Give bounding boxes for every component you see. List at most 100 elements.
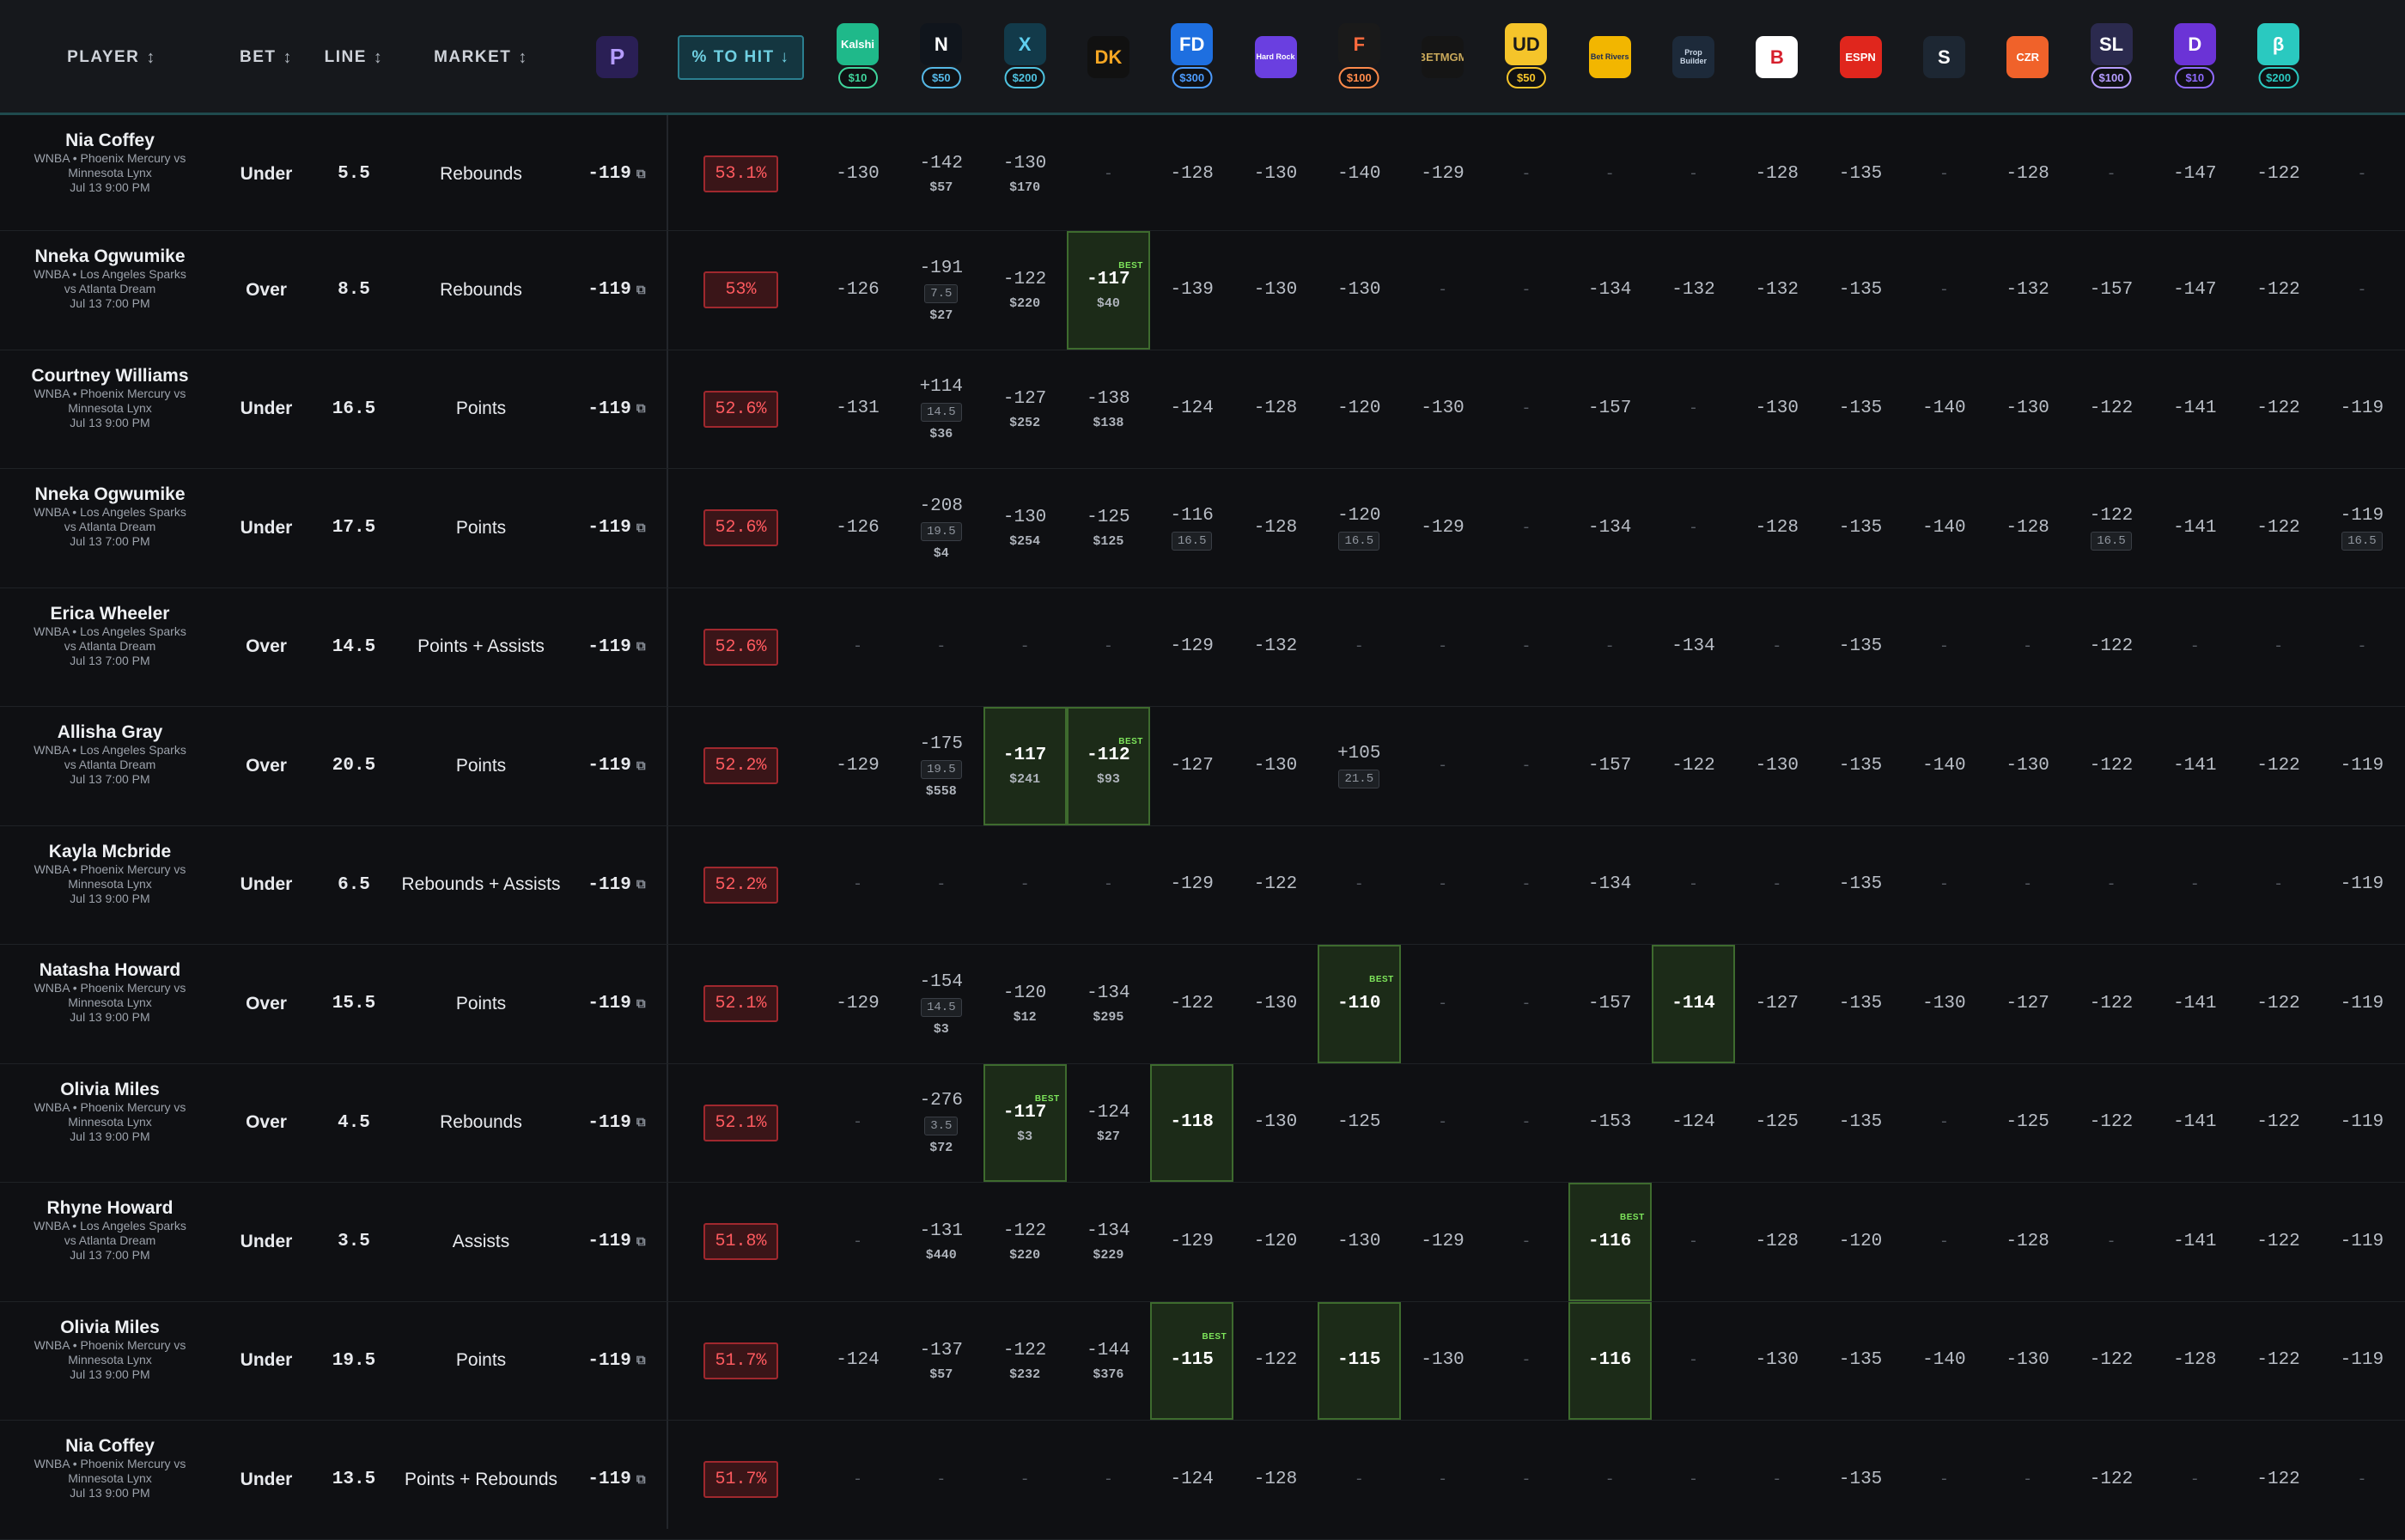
external-link-icon[interactable]: ⧉ (636, 758, 646, 774)
sportsbook-odds-cell[interactable]: -276 3.5 $72 (899, 1064, 983, 1183)
player-name[interactable]: Kayla Mcbride (0, 841, 220, 862)
sportsbook-odds-cell[interactable]: -125 (1318, 1064, 1401, 1183)
sportsbook-column-header[interactable]: FD $300 (1150, 0, 1233, 115)
player-name[interactable]: Nia Coffey (0, 1435, 220, 1457)
sportsbook-odds-cell[interactable]: -130 (1735, 707, 1818, 825)
sportsbook-odds-cell[interactable]: -129 (1401, 118, 1484, 230)
sportsbook-odds-cell[interactable]: -157 (1568, 945, 1652, 1063)
sportsbook-odds-cell[interactable]: -137 $57 (899, 1302, 983, 1421)
own-book-odds[interactable]: -119 ⧉ (567, 707, 667, 825)
sportsbook-column-header[interactable]: SL $100 (2070, 0, 2153, 115)
sportsbook-odds-cell[interactable]: -134 $295 (1067, 945, 1150, 1063)
sportsbook-odds-cell[interactable]: -120 16.5 (1318, 469, 1401, 587)
sportsbook-odds-cell[interactable]: -128 (1735, 118, 1818, 230)
external-link-icon[interactable]: ⧉ (636, 1234, 646, 1250)
sportsbook-odds-cell[interactable]: -122 (2237, 231, 2320, 350)
sportsbook-column-header[interactable]: D $10 (2153, 0, 2237, 115)
sportsbook-odds-cell[interactable]: -119 (2320, 707, 2403, 825)
sportsbook-column-header[interactable]: X $200 (983, 0, 1067, 115)
line-column-header[interactable]: LINE ↕ (313, 0, 395, 115)
external-link-icon[interactable]: ⧉ (636, 639, 646, 654)
table-row[interactable]: Nneka Ogwumike WNBA • Los Angeles Sparks v… (0, 231, 2405, 350)
sportsbook-odds-cell[interactable]: -141 (2153, 707, 2237, 825)
sportsbook-odds-cell[interactable]: -122 (2070, 945, 2153, 1063)
own-book-odds[interactable]: -119 ⧉ (567, 1302, 667, 1421)
sportsbook-odds-cell[interactable]: -122 (2237, 1302, 2320, 1421)
sportsbook-odds-cell[interactable]: -141 (2153, 350, 2237, 469)
sportsbook-odds-cell[interactable]: -135 (1819, 231, 1903, 350)
sportsbook-odds-cell[interactable]: -128 (1986, 469, 2069, 587)
sportsbook-odds-cell[interactable]: -135 (1819, 1064, 1903, 1183)
external-link-icon[interactable]: ⧉ (636, 401, 646, 417)
table-row[interactable]: Courtney Williams WNBA • Phoenix Mercury … (0, 350, 2405, 469)
external-link-icon[interactable]: ⧉ (636, 167, 646, 182)
external-link-icon[interactable]: ⧉ (636, 283, 646, 298)
sportsbook-odds-cell[interactable]: -120 (1819, 1183, 1903, 1301)
sportsbook-odds-cell[interactable]: -134 $229 (1067, 1183, 1150, 1301)
sportsbook-odds-cell[interactable]: -134 (1568, 231, 1652, 350)
sportsbook-column-header[interactable]: DK (1067, 0, 1150, 115)
sportsbook-odds-cell[interactable]: -119 (2320, 1064, 2403, 1183)
own-book-odds[interactable]: -119 ⧉ (567, 1064, 667, 1183)
sportsbook-odds-cell[interactable]: -122 (2070, 707, 2153, 825)
sportsbook-column-header[interactable]: Bet Rivers (1568, 0, 1652, 115)
sportsbook-odds-cell[interactable]: -122 $232 (983, 1302, 1067, 1421)
sportsbook-odds-cell[interactable]: -127 (1986, 945, 2069, 1063)
sportsbook-odds-cell[interactable]: -140 (1903, 350, 1986, 469)
sportsbook-odds-cell[interactable]: -135 (1819, 1421, 1903, 1539)
player-name[interactable]: Nneka Ogwumike (0, 246, 220, 267)
sportsbook-column-header[interactable]: S (1903, 0, 1986, 115)
sportsbook-odds-cell[interactable]: -119 (2320, 826, 2403, 945)
table-row[interactable]: Nia Coffey WNBA • Phoenix Mercury vs Minne… (0, 118, 2405, 231)
sportsbook-odds-cell[interactable]: -119 (2320, 1183, 2403, 1301)
external-link-icon[interactable]: ⧉ (636, 1353, 646, 1368)
sportsbook-odds-cell[interactable]: -122 $220 (983, 231, 1067, 350)
sportsbook-odds-cell[interactable]: -124 (1652, 1064, 1735, 1183)
sportsbook-odds-cell[interactable]: -141 (2153, 1064, 2237, 1183)
sportsbook-odds-cell[interactable]: -131 (816, 350, 899, 469)
sportsbook-odds-cell[interactable]: -154 14.5 $3 (899, 945, 983, 1063)
sportsbook-odds-cell[interactable]: -117 $40 BEST (1066, 231, 1150, 350)
sportsbook-odds-cell[interactable]: -140 (1903, 1302, 1986, 1421)
sportsbook-odds-cell[interactable]: -115 (1317, 1301, 1401, 1420)
sportsbook-odds-cell[interactable]: -116 BEST (1568, 1183, 1652, 1301)
sportsbook-odds-cell[interactable]: -110 BEST (1317, 945, 1401, 1063)
sportsbook-odds-cell[interactable]: -128 (1735, 469, 1818, 587)
sportsbook-odds-cell[interactable]: -128 (1234, 350, 1318, 469)
table-row[interactable]: Olivia Miles WNBA • Phoenix Mercury vs Min… (0, 1063, 2405, 1183)
sportsbook-odds-cell[interactable]: -208 19.5 $4 (899, 469, 983, 587)
sportsbook-odds-cell[interactable]: -128 (1234, 1421, 1318, 1539)
sportsbook-odds-cell[interactable]: -129 (1150, 1183, 1233, 1301)
table-row[interactable]: Nneka Ogwumike WNBA • Los Angeles Sparks v… (0, 469, 2405, 588)
sportsbook-odds-cell[interactable]: -134 (1568, 826, 1652, 945)
sportsbook-odds-cell[interactable]: -130 (1234, 707, 1318, 825)
sportsbook-odds-cell[interactable]: -122 (1234, 826, 1318, 945)
sportsbook-odds-cell[interactable]: -157 (1568, 707, 1652, 825)
table-row[interactable]: Rhyne Howard WNBA • Los Angeles Sparks vs … (0, 1183, 2405, 1302)
sportsbook-odds-cell[interactable]: -122 (2070, 1302, 2153, 1421)
sportsbook-column-header[interactable]: CZR (1986, 0, 2069, 115)
sportsbook-odds-cell[interactable]: -130 (1903, 945, 1986, 1063)
sportsbook-odds-cell[interactable]: -132 (1652, 231, 1735, 350)
own-book-odds[interactable]: -119 ⧉ (567, 118, 667, 230)
sportsbook-odds-cell[interactable]: -120 (1318, 350, 1401, 469)
sportsbook-odds-cell[interactable]: -129 (1150, 588, 1233, 707)
sportsbook-odds-cell[interactable]: -157 (1568, 350, 1652, 469)
sportsbook-odds-cell[interactable]: -128 (2153, 1302, 2237, 1421)
player-name[interactable]: Nneka Ogwumike (0, 484, 220, 505)
sportsbook-odds-cell[interactable]: -120 $12 (983, 945, 1067, 1063)
sportsbook-odds-cell[interactable]: -119 (2320, 945, 2403, 1063)
sportsbook-column-header[interactable]: Hard Rock (1234, 0, 1318, 115)
sportsbook-odds-cell[interactable]: -122 (2237, 1183, 2320, 1301)
sportsbook-column-header[interactable]: Prop Builder (1652, 0, 1735, 115)
sportsbook-odds-cell[interactable]: -124 (816, 1302, 899, 1421)
sportsbook-column-header[interactable]: B (1735, 0, 1818, 115)
sportsbook-odds-cell[interactable]: -135 (1819, 707, 1903, 825)
sportsbook-column-header[interactable]: UD $50 (1484, 0, 1568, 115)
sportsbook-odds-cell[interactable]: -135 (1819, 118, 1903, 230)
sportsbook-odds-cell[interactable]: -126 (816, 469, 899, 587)
sportsbook-odds-cell[interactable]: -175 19.5 $558 (899, 707, 983, 825)
sportsbook-odds-cell[interactable]: -119 (2320, 1302, 2403, 1421)
table-row[interactable]: Nia Coffey WNBA • Phoenix Mercury vs Minne… (0, 1421, 2405, 1540)
sportsbook-odds-cell[interactable]: -130 (1234, 118, 1318, 230)
